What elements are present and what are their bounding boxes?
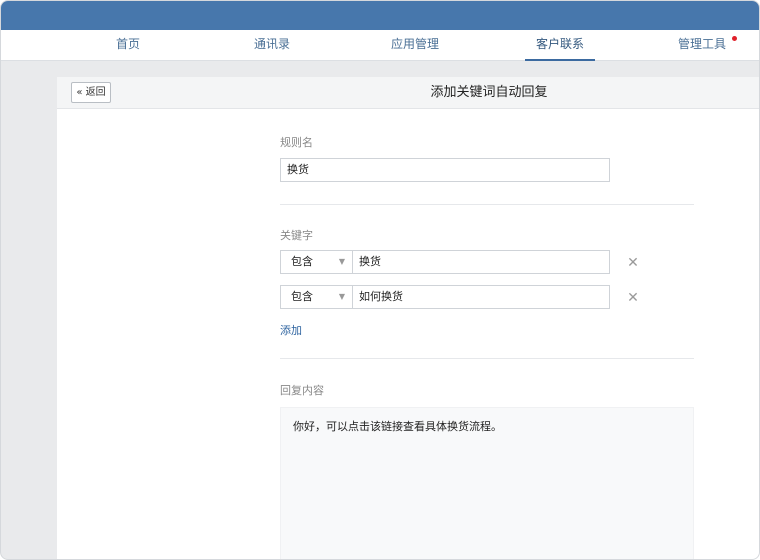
caret-down-icon: ▼ xyxy=(338,257,345,266)
keyword-input[interactable]: 如何换货 xyxy=(352,285,610,309)
match-type-select[interactable]: 包含 ▼ xyxy=(280,250,353,274)
divider xyxy=(280,204,694,205)
rule-name-label: 规则名 xyxy=(280,136,313,149)
tab-label: 客户联系 xyxy=(535,37,584,51)
page-title: 添加关键词自动回复 xyxy=(430,85,548,100)
tab-contacts[interactable]: 通讯录 xyxy=(246,30,298,61)
tab-app-management[interactable]: 应用管理 xyxy=(385,30,445,61)
match-type-select[interactable]: 包含 ▼ xyxy=(280,285,353,309)
top-bar xyxy=(1,1,759,30)
caret-down-icon: ▼ xyxy=(338,292,345,301)
select-value: 包含 xyxy=(291,255,313,268)
tab-customer-contact[interactable]: 客户联系 xyxy=(525,30,595,61)
keyword-input[interactable]: 换货 xyxy=(352,250,610,274)
reply-content-textarea[interactable]: 你好，可以点击该链接查看具体换货流程。 xyxy=(280,407,694,559)
app-window: 首页 通讯录 应用管理 客户联系 管理工具 « 返回 添加关键词自动回复 规则名… xyxy=(0,0,760,560)
tab-label: 管理工具 xyxy=(677,37,726,51)
edit-panel: « 返回 添加关键词自动回复 规则名 换货 关键字 包含 ▼ 换货 ✕ 包含 ▼… xyxy=(57,77,759,559)
reply-label: 回复内容 xyxy=(280,384,324,397)
divider xyxy=(280,358,694,359)
tab-label: 应用管理 xyxy=(390,37,439,51)
tab-label: 首页 xyxy=(115,37,140,51)
tab-admin-tools[interactable]: 管理工具 xyxy=(675,30,737,61)
panel-header: « 返回 添加关键词自动回复 xyxy=(57,77,759,109)
close-icon[interactable]: ✕ xyxy=(626,291,640,305)
add-keyword-link[interactable]: 添加 xyxy=(280,322,302,338)
notification-dot xyxy=(732,36,737,41)
rule-name-input[interactable]: 换货 xyxy=(280,158,610,182)
close-icon[interactable]: ✕ xyxy=(626,256,640,270)
main-nav: 首页 通讯录 应用管理 客户联系 管理工具 xyxy=(1,30,759,61)
select-value: 包含 xyxy=(291,290,313,303)
tab-home[interactable]: 首页 xyxy=(105,30,151,61)
keywords-label: 关键字 xyxy=(280,229,313,242)
tab-label: 通讯录 xyxy=(253,37,290,51)
